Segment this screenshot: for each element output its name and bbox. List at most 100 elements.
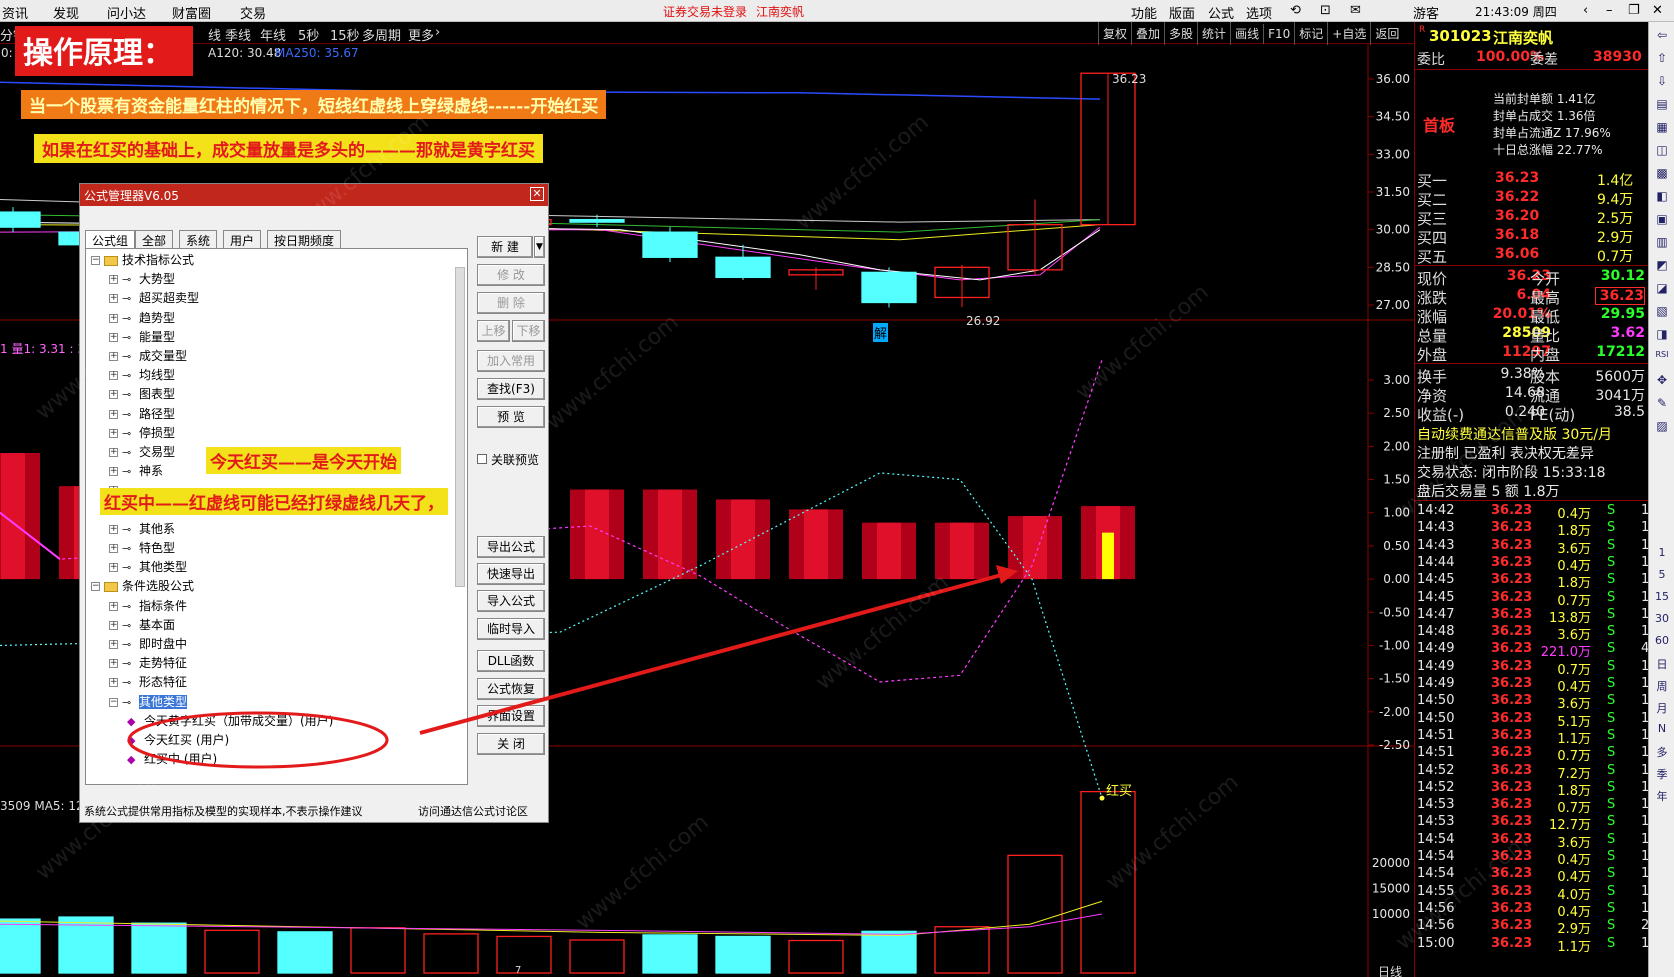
period-shortcut[interactable]: 年 [1653, 788, 1671, 804]
tick-price: 36.23 [1491, 779, 1533, 795]
period-shortcut[interactable]: 60 [1653, 634, 1671, 650]
tick-time: 14:50 [1417, 693, 1455, 709]
minimize-icon[interactable]: – [1606, 3, 1613, 18]
tick-price: 36.23 [1491, 606, 1533, 622]
tick-price: 36.23 [1491, 589, 1533, 605]
stat-value: 36.23 [1595, 287, 1645, 305]
tool-icon[interactable]: ✎ [1653, 396, 1671, 412]
period-shortcut[interactable]: 月 [1653, 700, 1671, 716]
back-icon[interactable]: ‹ [1583, 3, 1588, 18]
period-shortcut[interactable]: 多 [1653, 744, 1671, 760]
stat-label: 外盘 [1417, 346, 1448, 364]
tick-price: 36.23 [1491, 797, 1533, 813]
bid-label: 买五 [1417, 248, 1448, 266]
tick-side: S [1607, 900, 1616, 916]
stat-label: 最高 [1530, 289, 1561, 307]
period-shortcut[interactable]: 日 [1653, 656, 1671, 672]
divider [1415, 69, 1649, 70]
tick-side: S [1607, 831, 1616, 847]
bid-volume: 1.4亿 [1597, 173, 1634, 189]
tick-time: 14:45 [1417, 572, 1455, 588]
tool-icon[interactable]: ⇦ [1653, 28, 1671, 44]
tool-icon[interactable]: ▧ [1653, 304, 1671, 320]
tool-icon[interactable]: ▣ [1653, 212, 1671, 228]
tool-icon[interactable]: ▩ [1653, 166, 1671, 182]
tool-icon[interactable]: ⇧ [1653, 51, 1671, 67]
tick-price: 36.23 [1491, 572, 1533, 588]
tool-icon[interactable]: ▤ [1653, 97, 1671, 113]
stat-label: 收益(-) [1417, 406, 1465, 424]
period-shortcut[interactable]: 周 [1653, 678, 1671, 694]
stat-label: 涨跌 [1417, 289, 1448, 307]
bid-price: 36.20 [1495, 208, 1540, 224]
period-shortcut[interactable]: 30 [1653, 612, 1671, 628]
stat-value: 3041万 [1595, 388, 1645, 404]
tool-icon[interactable]: ◧ [1653, 189, 1671, 205]
tool-icon[interactable]: ✥ [1653, 373, 1671, 389]
period-shortcut[interactable]: 5 [1653, 568, 1671, 584]
bid-label: 买四 [1417, 229, 1448, 247]
seal-info-line: 当前封单额 1.41亿 [1493, 92, 1596, 106]
divider [1415, 265, 1649, 266]
tick-price: 36.23 [1491, 935, 1533, 951]
seal-info-line: 十日总涨幅 22.77% [1493, 143, 1603, 157]
tick-side: S [1607, 727, 1616, 743]
tick-price: 36.23 [1491, 520, 1533, 536]
tool-icon[interactable]: ▥ [1653, 235, 1671, 251]
clock: 21:43:09 周四 [1475, 5, 1557, 19]
tick-price: 36.23 [1491, 745, 1533, 761]
tool-icon[interactable]: ▨ [1653, 419, 1671, 435]
tool-icon[interactable]: ▦ [1653, 120, 1671, 136]
stat-label: 内盘 [1530, 346, 1561, 364]
period-shortcut[interactable]: 季 [1653, 766, 1671, 782]
period-shortcut[interactable]: 15 [1653, 590, 1671, 606]
r-badge: R [1419, 25, 1426, 35]
tick-side: S [1607, 606, 1616, 622]
bid-label: 买一 [1417, 172, 1448, 190]
tick-price: 36.23 [1491, 537, 1533, 553]
tool-icon[interactable]: RSI [1653, 350, 1671, 366]
stat-label: 流通 [1530, 387, 1561, 405]
guest-label[interactable]: 游客 [1413, 3, 1439, 22]
tool-icon[interactable]: ◪ [1653, 281, 1671, 297]
tick-volume: 3.6万 [1557, 628, 1591, 644]
tick-volume: 0.7万 [1557, 662, 1591, 678]
period-shortcut[interactable]: 1 [1653, 546, 1671, 562]
tick-time: 14:50 [1417, 710, 1455, 726]
seal-info-line: 封单占成交 1.36倍 [1493, 109, 1596, 123]
tick-volume: 0.4万 [1557, 853, 1591, 868]
tick-side: S [1607, 503, 1616, 518]
tick-time: 14:45 [1417, 589, 1455, 605]
close-icon[interactable]: ✕ [1652, 3, 1663, 18]
tick-time: 14:53 [1417, 814, 1455, 830]
tick-volume: 1.8万 [1557, 524, 1591, 540]
registration-info: 注册制 已盈利 表决权无差异 [1417, 446, 1594, 462]
tick-volume: 1.1万 [1557, 939, 1591, 955]
tick-price: 36.23 [1491, 693, 1533, 709]
tick-side: S [1607, 537, 1616, 553]
tool-icon[interactable]: ◩ [1653, 258, 1671, 274]
divider [1415, 363, 1649, 364]
stat-label: 换手 [1417, 368, 1448, 386]
bid-price: 36.06 [1495, 246, 1540, 262]
tick-volume: 0.4万 [1557, 870, 1591, 886]
tick-side: S [1607, 849, 1616, 864]
tick-side: S [1607, 589, 1616, 605]
weicha-value: 38930 [1593, 49, 1642, 65]
seal-info-line: 封单占流通Z 17.96% [1493, 126, 1611, 140]
tick-side: S [1607, 797, 1616, 813]
tick-time: 14:48 [1417, 624, 1455, 640]
weibi-label: 委比 [1417, 52, 1445, 68]
period-shortcut[interactable]: N [1653, 722, 1671, 738]
tool-icon[interactable]: ⇩ [1653, 74, 1671, 90]
maximize-icon[interactable]: ❐ [1628, 3, 1640, 18]
tick-price: 36.23 [1491, 641, 1533, 657]
tick-price: 36.23 [1491, 624, 1533, 640]
tick-volume: 3.6万 [1557, 835, 1591, 851]
tool-icon[interactable]: ◨ [1653, 327, 1671, 343]
bid-volume: 2.5万 [1597, 211, 1634, 227]
tick-time: 14:51 [1417, 745, 1455, 761]
tick-time: 14:51 [1417, 727, 1455, 743]
tool-icon[interactable]: ◫ [1653, 143, 1671, 159]
tick-volume: 2.9万 [1557, 922, 1591, 938]
